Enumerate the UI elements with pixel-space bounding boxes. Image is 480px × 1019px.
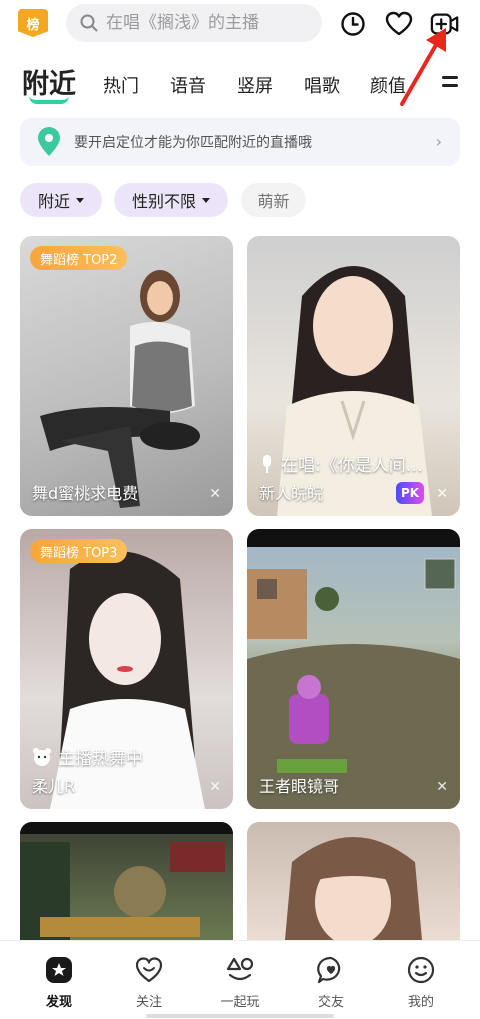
dancing-status: 主播热舞中 xyxy=(32,744,143,769)
streamer-name: 王者眼镜哥 xyxy=(259,777,340,796)
nav-label: 交友 xyxy=(317,995,344,1010)
tab-hot[interactable]: 热门 xyxy=(103,72,139,98)
location-pin-icon xyxy=(38,127,60,156)
game-screenshot xyxy=(20,822,233,940)
streamer-name: 柔儿R xyxy=(32,777,76,796)
discover-icon xyxy=(46,957,72,983)
follow-heart-icon xyxy=(135,957,163,983)
menu-icon[interactable] xyxy=(442,76,458,92)
bottom-navigation: 发现 关注 一起玩 交友 我的 xyxy=(0,940,480,1019)
live-card[interactable]: 舞蹈榜 TOP3 主播热舞中 柔儿R ✕ xyxy=(20,529,233,809)
singing-status: 在唱:《你是人间… xyxy=(259,451,423,476)
nav-label: 我的 xyxy=(407,995,434,1010)
chat-bubble-icon xyxy=(317,956,341,984)
filter-label: 萌新 xyxy=(257,192,290,211)
filter-label: 附近 xyxy=(37,192,70,211)
live-card[interactable] xyxy=(247,822,460,940)
bear-icon xyxy=(33,747,51,766)
nav-me[interactable]: 我的 xyxy=(386,955,456,1010)
tab-portrait[interactable]: 竖屏 xyxy=(237,72,273,98)
history-icon[interactable] xyxy=(338,9,368,39)
microphone-icon xyxy=(263,454,271,473)
dance-rank-badge: 舞蹈榜 TOP3 xyxy=(30,539,128,563)
tab-looks[interactable]: 颜值 xyxy=(370,72,406,98)
close-icon[interactable]: ✕ xyxy=(209,779,221,795)
home-indicator xyxy=(146,1014,334,1018)
game-screenshot xyxy=(247,529,460,809)
live-card[interactable]: 王者眼镜哥 ✕ xyxy=(247,529,460,809)
dance-rank-badge: 舞蹈榜 TOP2 xyxy=(30,246,128,270)
live-card[interactable] xyxy=(20,822,233,940)
live-card[interactable]: 在唱:《你是人间… 新人皖皖 PK ✕ xyxy=(247,236,460,516)
pk-badge: PK xyxy=(396,482,424,504)
filter-newbie[interactable]: 萌新 xyxy=(241,183,306,217)
close-icon[interactable]: ✕ xyxy=(209,486,221,502)
banner-text: 要开启定位才能为你匹配附近的直播哦 xyxy=(74,135,312,151)
nav-discover[interactable]: 发现 xyxy=(24,955,94,1010)
ranking-badge[interactable]: 榜 xyxy=(18,9,48,37)
caret-down-icon xyxy=(202,197,210,203)
nav-label: 一起玩 xyxy=(220,995,260,1010)
close-icon[interactable]: ✕ xyxy=(436,486,448,502)
caret-down-icon xyxy=(76,197,84,203)
category-tabs: 附近 热门 语音 竖屏 唱歌 颜值 xyxy=(0,62,480,112)
tab-singing[interactable]: 唱歌 xyxy=(304,72,340,98)
close-icon[interactable]: ✕ xyxy=(436,779,448,795)
play-together-icon xyxy=(226,957,254,981)
tab-active-indicator xyxy=(29,96,69,104)
search-input[interactable] xyxy=(106,13,306,33)
filter-label: 性别不限 xyxy=(131,192,196,211)
nav-label: 发现 xyxy=(45,995,72,1010)
search-bar[interactable] xyxy=(66,4,322,42)
nav-follow[interactable]: 关注 xyxy=(114,955,184,1010)
live-card[interactable]: 舞蹈榜 TOP2 舞d蜜桃求电费 ✕ xyxy=(20,236,233,516)
filter-nearby[interactable]: 附近 xyxy=(20,183,102,217)
status-text: 主播热舞中 xyxy=(58,749,143,769)
filter-gender[interactable]: 性别不限 xyxy=(114,183,228,217)
search-icon xyxy=(80,14,98,32)
nav-make-friends[interactable]: 交友 xyxy=(296,955,366,1010)
tab-voice[interactable]: 语音 xyxy=(170,72,206,98)
nav-play-together[interactable]: 一起玩 xyxy=(205,955,275,1010)
chevron-right-icon: › xyxy=(435,132,442,151)
streamer-name: 舞d蜜桃求电费 xyxy=(32,484,139,503)
streamer-photo xyxy=(40,270,200,508)
location-banner[interactable]: 要开启定位才能为你匹配附近的直播哦 › xyxy=(20,118,460,166)
nav-label: 关注 xyxy=(135,995,162,1010)
streamer-photo xyxy=(285,837,422,940)
streamer-name: 新人皖皖 xyxy=(259,484,324,503)
smiley-face-icon xyxy=(407,956,435,984)
status-text: 在唱:《你是人间… xyxy=(281,456,423,476)
